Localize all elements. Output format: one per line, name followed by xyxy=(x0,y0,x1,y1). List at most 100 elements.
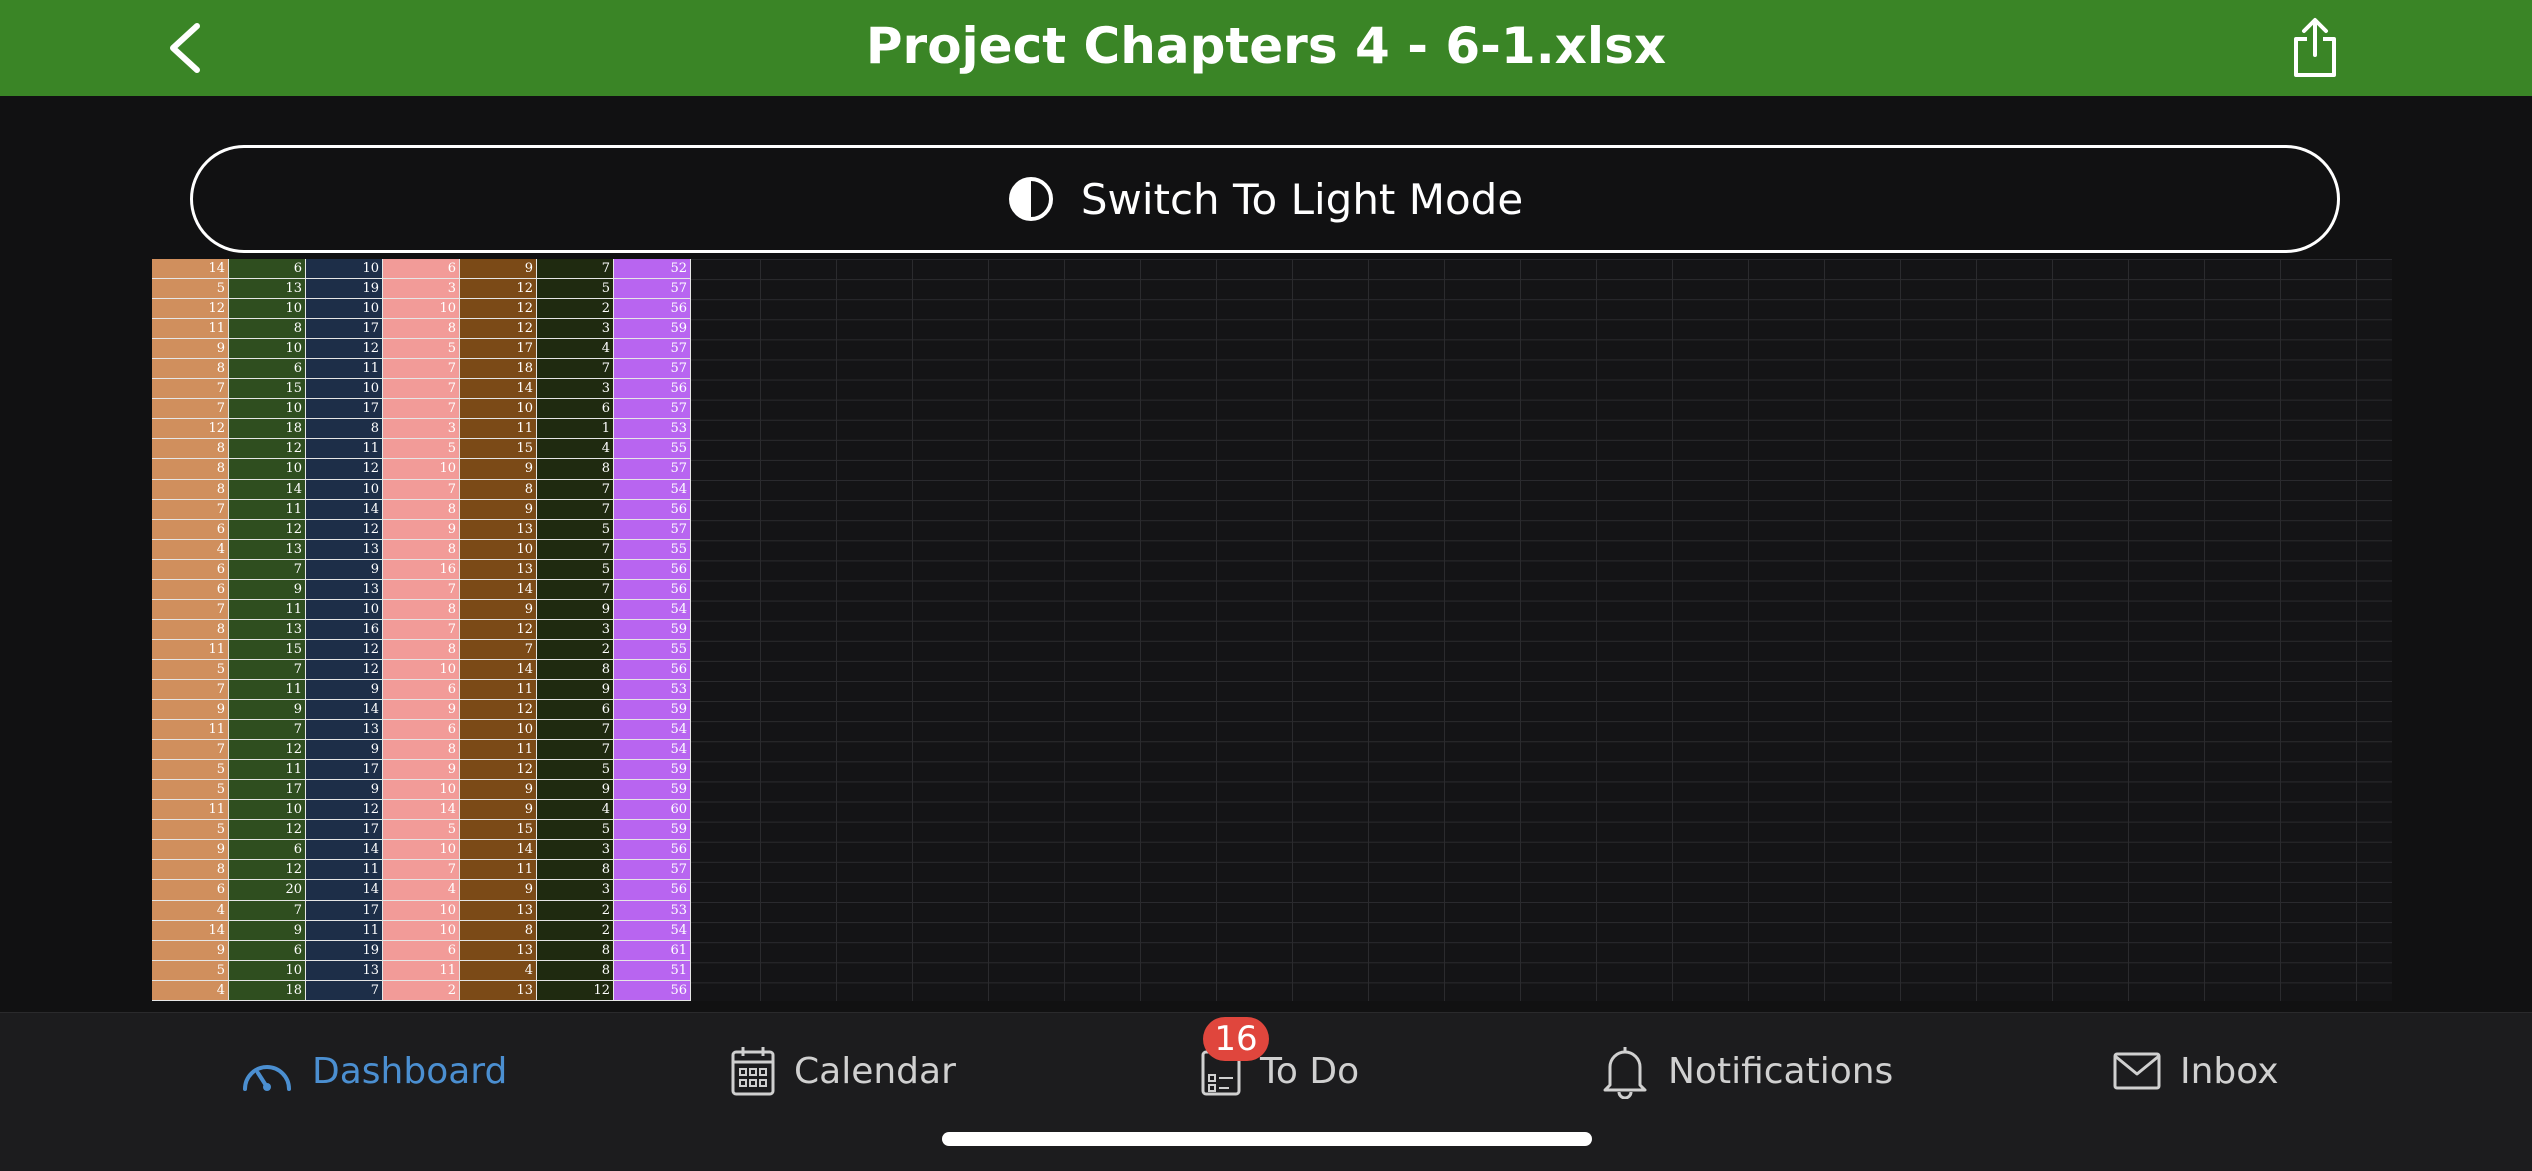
sheet-cell[interactable]: 7 xyxy=(229,559,306,580)
sheet-cell[interactable]: 12 xyxy=(306,659,383,680)
sheet-cell[interactable]: 57 xyxy=(614,339,691,360)
sheet-cell[interactable]: 18 xyxy=(229,980,306,1001)
sheet-cell[interactable]: 11 xyxy=(383,960,460,981)
sheet-cell[interactable]: 6 xyxy=(383,259,460,280)
sheet-cell[interactable]: 7 xyxy=(152,499,229,520)
sheet-cell[interactable]: 9 xyxy=(460,780,537,801)
sheet-cell[interactable]: 8 xyxy=(537,459,614,480)
sheet-cell[interactable]: 14 xyxy=(152,259,229,280)
sheet-cell[interactable]: 3 xyxy=(537,840,614,861)
sheet-cell[interactable]: 6 xyxy=(152,880,229,901)
sheet-cell[interactable]: 7 xyxy=(537,359,614,380)
sheet-cell[interactable]: 11 xyxy=(460,419,537,440)
sheet-cell[interactable]: 10 xyxy=(383,900,460,921)
sheet-cell[interactable]: 7 xyxy=(383,399,460,420)
sheet-cell[interactable]: 53 xyxy=(614,679,691,701)
spreadsheet-view[interactable]: 14 6 10 6 9 7 52 5 13 19 3 12 5 57 12 10 10 10 12 2 56 11 8 17 8… xyxy=(152,259,2392,1001)
sheet-cell[interactable]: 11 xyxy=(229,679,306,701)
sheet-cell[interactable]: 8 xyxy=(537,860,614,881)
sheet-cell[interactable]: 4 xyxy=(383,880,460,901)
sheet-cell[interactable]: 11 xyxy=(460,860,537,881)
sheet-cell[interactable]: 6 xyxy=(229,840,306,861)
sheet-cell[interactable]: 13 xyxy=(460,980,537,1001)
sheet-cell[interactable]: 7 xyxy=(537,740,614,761)
sheet-cell[interactable]: 5 xyxy=(383,339,460,360)
sheet-cell[interactable]: 6 xyxy=(383,679,460,701)
sheet-cell[interactable]: 9 xyxy=(460,599,537,620)
sheet-cell[interactable]: 3 xyxy=(537,619,614,640)
sheet-cell[interactable]: 8 xyxy=(152,619,229,640)
sheet-cell[interactable]: 14 xyxy=(306,499,383,520)
sheet-cell[interactable]: 56 xyxy=(614,379,691,400)
sheet-cell[interactable]: 11 xyxy=(460,740,537,761)
sheet-cell[interactable]: 10 xyxy=(383,780,460,801)
sheet-cell[interactable]: 8 xyxy=(383,740,460,761)
sheet-cell[interactable]: 8 xyxy=(152,459,229,480)
sheet-cell[interactable]: 56 xyxy=(614,559,691,580)
sheet-cell[interactable]: 5 xyxy=(152,820,229,841)
sheet-cell[interactable]: 9 xyxy=(229,920,306,941)
sheet-cell[interactable]: 11 xyxy=(229,760,306,781)
sheet-cell[interactable]: 9 xyxy=(460,259,537,280)
sheet-cell[interactable]: 17 xyxy=(306,760,383,781)
sheet-cell[interactable]: 3 xyxy=(537,880,614,901)
sheet-cell[interactable]: 14 xyxy=(460,579,537,600)
sheet-cell[interactable]: 12 xyxy=(229,439,306,460)
sheet-cell[interactable]: 6 xyxy=(229,940,306,961)
sheet-cell[interactable]: 5 xyxy=(537,519,614,540)
sheet-cell[interactable]: 12 xyxy=(537,980,614,1001)
sheet-cell[interactable]: 13 xyxy=(460,900,537,921)
sheet-cell[interactable]: 9 xyxy=(537,780,614,801)
sheet-cell[interactable]: 57 xyxy=(614,519,691,540)
sheet-cell[interactable]: 5 xyxy=(383,439,460,460)
sheet-cell[interactable]: 14 xyxy=(383,800,460,821)
sheet-cell[interactable]: 54 xyxy=(614,479,691,500)
sheet-cell[interactable]: 16 xyxy=(383,559,460,580)
sheet-cell[interactable]: 13 xyxy=(306,720,383,741)
sheet-cell[interactable]: 59 xyxy=(614,820,691,841)
sheet-cell[interactable]: 13 xyxy=(306,579,383,600)
sheet-cell[interactable]: 59 xyxy=(614,319,691,340)
sheet-cell[interactable]: 10 xyxy=(460,720,537,741)
sheet-cell[interactable]: 4 xyxy=(152,980,229,1001)
sheet-cell[interactable]: 9 xyxy=(537,679,614,701)
sheet-cell[interactable]: 56 xyxy=(614,840,691,861)
sheet-cell[interactable]: 10 xyxy=(306,259,383,280)
sheet-cell[interactable]: 7 xyxy=(383,379,460,400)
sheet-cell[interactable]: 7 xyxy=(537,259,614,280)
sheet-cell[interactable]: 12 xyxy=(306,459,383,480)
sheet-cell[interactable]: 10 xyxy=(306,379,383,400)
share-button[interactable] xyxy=(2280,10,2350,86)
sheet-cell[interactable]: 12 xyxy=(460,279,537,300)
sheet-cell[interactable]: 9 xyxy=(229,579,306,600)
sheet-cell[interactable]: 17 xyxy=(460,339,537,360)
sheet-cell[interactable]: 55 xyxy=(614,539,691,560)
sheet-cell[interactable]: 9 xyxy=(383,760,460,781)
sheet-cell[interactable]: 17 xyxy=(306,820,383,841)
sheet-cell[interactable]: 8 xyxy=(537,940,614,961)
sheet-cell[interactable]: 56 xyxy=(614,880,691,901)
sheet-cell[interactable]: 54 xyxy=(614,720,691,741)
sheet-cell[interactable]: 19 xyxy=(306,940,383,961)
sheet-cell[interactable]: 4 xyxy=(537,800,614,821)
sheet-cell[interactable]: 5 xyxy=(152,960,229,981)
sheet-cell[interactable]: 6 xyxy=(229,359,306,380)
sheet-cell[interactable]: 7 xyxy=(383,579,460,600)
sheet-cell[interactable]: 14 xyxy=(460,659,537,680)
sheet-cell[interactable]: 12 xyxy=(229,860,306,881)
sheet-cell[interactable]: 13 xyxy=(229,279,306,300)
sheet-cell[interactable]: 11 xyxy=(152,639,229,660)
sheet-cell[interactable]: 9 xyxy=(152,339,229,360)
sheet-cell[interactable]: 18 xyxy=(229,419,306,440)
sheet-cell[interactable]: 7 xyxy=(537,479,614,500)
sheet-cell[interactable]: 61 xyxy=(614,940,691,961)
sheet-cell[interactable]: 14 xyxy=(306,880,383,901)
sheet-cell[interactable]: 7 xyxy=(152,679,229,701)
sheet-cell[interactable]: 9 xyxy=(152,940,229,961)
sheet-cell[interactable]: 12 xyxy=(229,519,306,540)
sheet-cell[interactable]: 7 xyxy=(537,720,614,741)
sheet-cell[interactable]: 3 xyxy=(537,379,614,400)
sheet-cell[interactable]: 12 xyxy=(306,339,383,360)
sheet-cell[interactable]: 7 xyxy=(537,579,614,600)
sheet-cell[interactable]: 56 xyxy=(614,499,691,520)
